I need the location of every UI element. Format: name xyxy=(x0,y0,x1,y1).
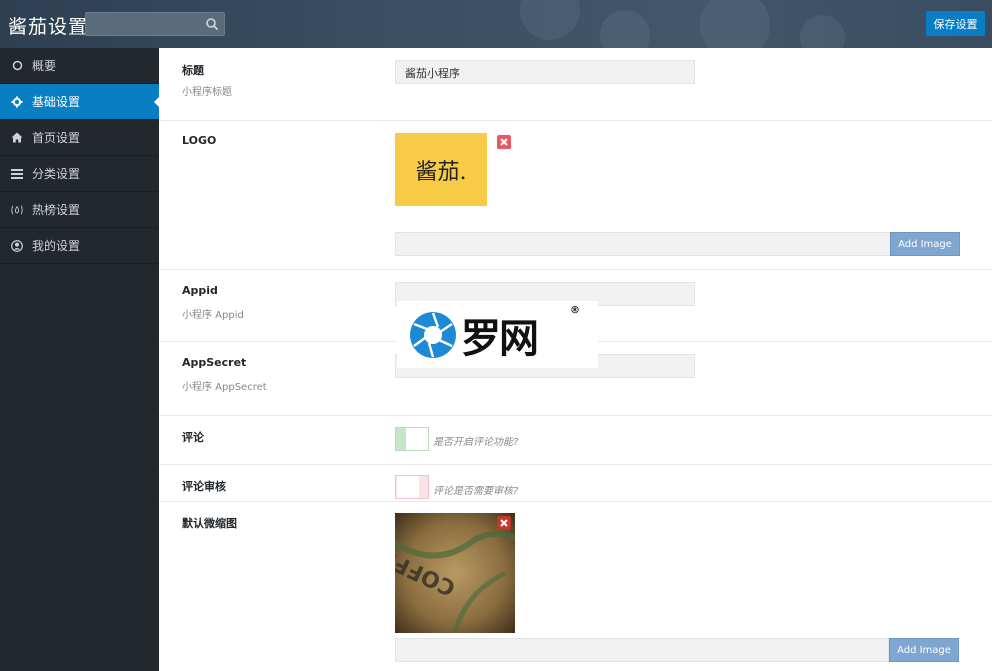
top-bar: 酱茄设置 保存设置 xyxy=(0,0,992,48)
title-desc: 小程序标题 xyxy=(182,87,232,98)
title-input[interactable]: 酱茄小程序 xyxy=(395,60,695,84)
sidebar: 概要 基础设置 首页设置 分类设置 热榜设置 我的设置 xyxy=(0,48,159,671)
appid-label: Appid xyxy=(182,284,218,297)
toggle-knob xyxy=(397,476,419,498)
header-decoration xyxy=(800,15,845,48)
thumbnail-row: 默认微缩图 COFFEE Add Image xyxy=(159,502,992,671)
comment-review-row: 评论审核 评论是否需要审核? xyxy=(159,465,992,502)
close-icon xyxy=(500,519,508,527)
sidebar-item-hot-settings[interactable]: 热榜设置 xyxy=(0,192,159,228)
watermark: 罗网 ® xyxy=(397,301,598,368)
home-icon xyxy=(11,132,23,144)
thumbnail-url-input[interactable] xyxy=(395,638,889,662)
title-row: 标题 小程序标题 酱茄小程序 xyxy=(159,48,992,121)
app-title: 酱茄设置 xyxy=(8,16,89,38)
header-decoration xyxy=(600,10,650,48)
thumbnail-delete-button[interactable] xyxy=(497,516,511,530)
sidebar-item-label: 概要 xyxy=(32,59,57,73)
sidebar-item-my-settings[interactable]: 我的设置 xyxy=(0,228,159,264)
appsecret-desc: 小程序 AppSecret xyxy=(182,382,267,393)
circle-icon xyxy=(11,60,23,72)
sidebar-item-label: 我的设置 xyxy=(32,239,81,253)
header-decoration xyxy=(520,0,580,40)
comment-toggle[interactable] xyxy=(395,427,429,451)
logo-delete-button[interactable] xyxy=(497,135,511,149)
coffee-sack-image: COFFEE xyxy=(395,513,515,633)
title-label: 标题 xyxy=(182,64,204,77)
thumbnail-label: 默认微缩图 xyxy=(182,517,237,530)
sidebar-item-label: 基础设置 xyxy=(32,95,81,109)
sidebar-item-label: 首页设置 xyxy=(32,131,81,145)
comment-review-toggle[interactable] xyxy=(395,475,429,499)
appsecret-label: AppSecret xyxy=(182,356,247,369)
thumbnail-image: COFFEE xyxy=(395,513,515,633)
registered-mark: ® xyxy=(570,305,580,316)
thumbnail-add-image-button[interactable]: Add Image xyxy=(889,638,959,662)
search-icon[interactable] xyxy=(205,17,219,31)
appid-desc: 小程序 Appid xyxy=(182,310,244,321)
user-icon xyxy=(11,239,23,252)
comment-review-label: 评论审核 xyxy=(182,480,226,493)
sidebar-item-label: 热榜设置 xyxy=(32,203,81,217)
list-icon xyxy=(11,168,23,180)
close-icon xyxy=(500,138,508,146)
sidebar-item-category-settings[interactable]: 分类设置 xyxy=(0,156,159,192)
sidebar-item-label: 分类设置 xyxy=(32,167,81,181)
logo-label: LOGO xyxy=(182,134,217,147)
logo-add-image-button[interactable]: Add Image xyxy=(890,232,960,256)
toggle-knob xyxy=(406,428,428,450)
watermark-text: 罗网 xyxy=(461,315,539,362)
sidebar-item-home-settings[interactable]: 首页设置 xyxy=(0,120,159,156)
sidebar-item-overview[interactable]: 概要 xyxy=(0,48,159,84)
comment-row: 评论 是否开启评论功能? xyxy=(159,416,992,465)
comment-hint: 是否开启评论功能? xyxy=(433,437,519,448)
gear-icon xyxy=(11,96,23,108)
logo-row: LOGO 酱茄. Add Image xyxy=(159,121,992,270)
sidebar-item-basic-settings[interactable]: 基础设置 xyxy=(0,84,159,120)
search-input[interactable] xyxy=(85,12,225,36)
logo-image-text: 酱茄. xyxy=(415,159,467,185)
comment-label: 评论 xyxy=(182,431,204,444)
aperture-logo-icon xyxy=(410,311,456,358)
comment-review-hint: 评论是否需要审核? xyxy=(433,486,519,497)
header-decoration xyxy=(700,0,770,48)
fire-icon xyxy=(11,204,23,216)
save-button[interactable]: 保存设置 xyxy=(926,11,985,36)
logo-image: 酱茄. xyxy=(395,133,487,206)
logo-url-input[interactable] xyxy=(395,232,891,256)
